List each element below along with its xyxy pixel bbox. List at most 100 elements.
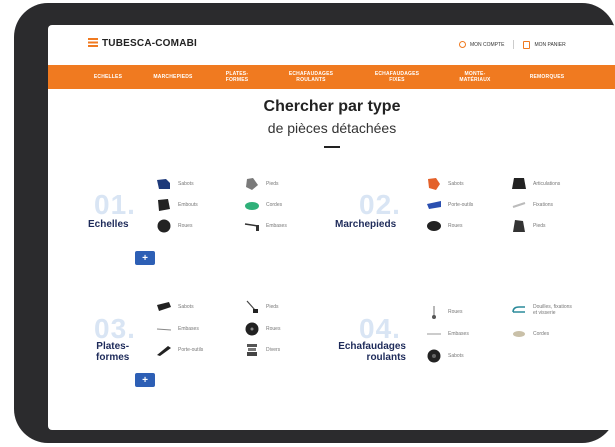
part-label: Divers (266, 347, 281, 353)
part-label: Roues (266, 326, 281, 332)
part-item[interactable]: Embouts (156, 198, 198, 212)
part-item[interactable]: Sabots (426, 177, 464, 191)
part-item[interactable]: Sabots (426, 349, 464, 363)
part-label: Douilles, fixations et visserie (533, 304, 572, 316)
part-item[interactable]: Embases (244, 219, 287, 233)
part-item[interactable]: Roues (244, 322, 280, 336)
foot-icon (246, 300, 258, 313)
category-name-plates-formes[interactable]: Plates- formes (96, 341, 129, 363)
part-item[interactable]: Embases (156, 322, 199, 336)
part-label: Pieds (266, 304, 279, 310)
nav-item-remorques[interactable]: REMORQUES (512, 65, 582, 89)
foot-icon (513, 220, 525, 232)
part-label: Sabots (448, 181, 464, 187)
part-item[interactable]: Porte-outils (426, 198, 473, 212)
wheel-icon (245, 322, 259, 336)
part-item[interactable]: Pieds (244, 300, 279, 314)
hinge-icon (512, 178, 526, 189)
part-item[interactable]: Fixations (511, 198, 553, 212)
part-label: Embases (266, 223, 287, 229)
rope-icon (245, 202, 259, 210)
shoe-icon (157, 302, 171, 311)
cart-link[interactable]: MON PANIER (534, 42, 565, 48)
cart-icon[interactable] (523, 40, 531, 49)
part-item[interactable]: Divers (244, 343, 280, 357)
category-number: 02. (359, 189, 401, 220)
page-title: Chercher par type (263, 98, 401, 115)
part-item[interactable]: Porte-outils (156, 343, 203, 357)
part-label: Sabots (448, 353, 464, 359)
part-label: Pieds (533, 223, 546, 229)
part-item[interactable]: Sabots (156, 300, 194, 314)
wheel-icon (432, 306, 436, 319)
foot-icon (246, 178, 258, 190)
part-item[interactable]: Cordes (244, 198, 282, 212)
part-label: Roues (448, 309, 463, 315)
wheel-icon (427, 221, 441, 231)
expand-button-echelles[interactable]: + (135, 251, 155, 265)
part-label: Pieds (266, 181, 279, 187)
part-label: Porte-outils (448, 202, 474, 208)
base-icon (244, 223, 259, 231)
screen: TUBESCA-COMABI MON COMPTE MON PANIER ECH… (48, 25, 615, 430)
part-label: Cordes (533, 331, 550, 337)
account-area: MON COMPTE MON PANIER (459, 40, 566, 49)
nav-item-plates-formes[interactable]: PLATES- FORMES (208, 65, 266, 89)
logo[interactable]: TUBESCA-COMABI (88, 38, 197, 49)
part-item[interactable]: Douilles, fixations et visserie (511, 303, 572, 317)
logo-text: TUBESCA-COMABI (102, 38, 198, 49)
part-label: Sabots (178, 304, 194, 310)
nav-item-echafaudages-roulants[interactable]: ECHAFAUDAGES ROULANTS (270, 65, 352, 89)
expand-button-plates-formes[interactable]: + (135, 373, 155, 387)
part-item[interactable]: Roues (426, 305, 462, 319)
user-icon[interactable] (459, 41, 466, 48)
divider (513, 40, 515, 49)
category-number: 01. (94, 189, 136, 220)
part-label: Articulations (533, 181, 561, 187)
shoe-icon (428, 178, 440, 190)
logo-mark-icon (88, 38, 98, 47)
shoe-icon (157, 179, 170, 189)
part-item[interactable]: Cordes (511, 327, 549, 341)
part-item[interactable]: Roues (426, 219, 462, 233)
category-name-echelles[interactable]: Echelles (88, 219, 129, 230)
nav-item-monte-materiaux[interactable]: MONTE- MATÉRIAUX (440, 65, 510, 89)
part-label: Roues (448, 223, 463, 229)
shoe-icon (427, 349, 441, 363)
part-item[interactable]: Sabots (156, 177, 194, 191)
part-label: Embases (178, 326, 199, 332)
rope-icon (513, 331, 525, 337)
sleeve-icon (512, 306, 525, 313)
page-subtitle: de pièces détachées (267, 120, 397, 136)
misc-icon (247, 344, 257, 356)
part-item[interactable]: Embases (426, 327, 469, 341)
part-label: Cordes (266, 202, 283, 208)
part-label: Sabots (178, 181, 194, 187)
part-label: Roues (178, 223, 193, 229)
part-label: Embases (448, 331, 469, 337)
part-label: Embouts (178, 202, 198, 208)
part-item[interactable]: Articulations (511, 177, 560, 191)
part-item[interactable]: Pieds (244, 177, 279, 191)
category-name-marchepieds[interactable]: Marchepieds (335, 219, 396, 230)
tablet-frame: TUBESCA-COMABI MON COMPTE MON PANIER ECH… (14, 3, 615, 443)
part-item[interactable]: Roues (156, 219, 192, 233)
part-item[interactable]: Pieds (511, 219, 546, 233)
account-link[interactable]: MON COMPTE (470, 42, 504, 48)
endcap-icon (158, 199, 170, 211)
wheel-icon (157, 219, 171, 233)
part-label: Fixations (533, 202, 554, 208)
base-icon (427, 333, 441, 335)
tool-holder-icon (157, 346, 171, 356)
fixing-icon (512, 202, 526, 208)
main-nav: ECHELLES MARCHEPIEDS PLATES- FORMES ECHA… (48, 65, 615, 89)
nav-item-echelles[interactable]: ECHELLES (78, 65, 138, 89)
nav-item-echafaudages-fixes[interactable]: ECHAFAUDAGES FIXES (356, 65, 438, 89)
category-name-echafaudages-roulants[interactable]: Echafaudages roulants (328, 341, 406, 363)
part-label: Porte-outils (178, 347, 204, 353)
title-underline (324, 146, 340, 148)
top-bar: TUBESCA-COMABI MON COMPTE MON PANIER (48, 25, 615, 63)
tool-holder-icon (427, 201, 441, 209)
nav-item-marchepieds[interactable]: MARCHEPIEDS (140, 65, 206, 89)
base-icon (156, 328, 172, 331)
